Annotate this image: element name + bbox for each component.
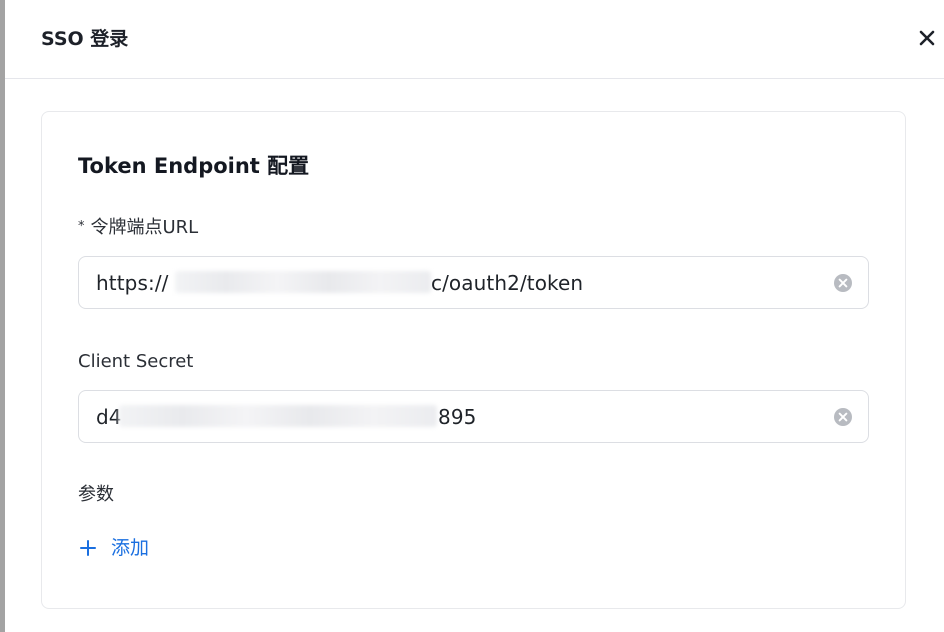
token-url-label-text: 令牌端点URL <box>90 217 199 238</box>
token-url-value-suffix: c/oauth2/token <box>431 271 584 295</box>
token-url-value-prefix: https:// <box>96 271 169 295</box>
add-param-label: 添加 <box>111 537 150 559</box>
dialog-title: SSO 登录 <box>41 28 129 50</box>
close-icon <box>919 30 935 46</box>
client-secret-input[interactable]: d4 895 <box>78 390 869 443</box>
client-secret-value-suffix: 895 <box>438 405 477 429</box>
clear-circle-icon[interactable] <box>833 273 853 293</box>
client-secret-value-prefix: d4 <box>96 405 122 429</box>
clear-circle-icon[interactable] <box>833 407 853 427</box>
params-label: 参数 <box>78 484 114 505</box>
token-url-label: * 令牌端点URL <box>78 216 198 240</box>
close-button[interactable] <box>913 24 941 52</box>
dialog-header: SSO 登录 <box>5 0 944 79</box>
backdrop-edge <box>0 0 5 632</box>
sso-login-dialog: SSO 登录 Token Endpoint 配置 * 令牌端点URL https:… <box>0 0 944 632</box>
redacted-region <box>119 405 437 427</box>
client-secret-label: Client Secret <box>78 351 194 372</box>
token-url-input[interactable]: https:// c/oauth2/token <box>78 256 869 309</box>
plus-icon <box>80 540 96 556</box>
token-endpoint-card: Token Endpoint 配置 * 令牌端点URL https:// c/oa… <box>41 111 906 609</box>
card-title: Token Endpoint 配置 <box>78 154 310 178</box>
add-param-button[interactable]: 添加 <box>79 534 149 562</box>
required-mark: * <box>78 219 85 234</box>
redacted-region <box>175 271 431 293</box>
